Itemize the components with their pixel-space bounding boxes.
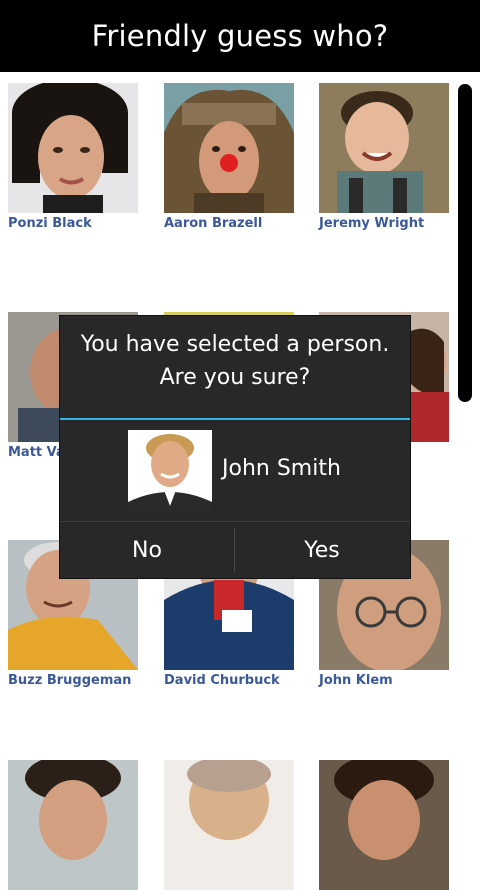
person-photo[interactable]: [8, 760, 138, 890]
person-photo[interactable]: [164, 83, 294, 213]
person-card[interactable]: Jeremy Wright: [319, 83, 449, 231]
person-card[interactable]: [319, 760, 449, 890]
dialog-message-line1: You have selected a person.: [80, 332, 390, 357]
selected-person-name: John Smith: [222, 456, 341, 481]
confirm-dialog: You have selected a person. Are you sure…: [60, 316, 410, 578]
dialog-message-line2: Are you sure?: [159, 365, 311, 390]
title-bar: Friendly guess who?: [0, 0, 480, 72]
scrollbar[interactable]: [458, 84, 472, 402]
person-name: David Churbuck: [164, 673, 280, 688]
no-button[interactable]: No: [60, 524, 234, 576]
person-photo[interactable]: [319, 760, 449, 890]
dialog-divider: [60, 418, 410, 420]
person-photo[interactable]: [164, 760, 294, 890]
selected-person-photo: [128, 430, 212, 514]
person-card[interactable]: [8, 760, 138, 890]
dialog-message: You have selected a person. Are you sure…: [60, 328, 410, 394]
person-name: Buzz Bruggeman: [8, 673, 132, 688]
person-name: John Klem: [319, 673, 393, 688]
person-card[interactable]: Aaron Brazell: [164, 83, 294, 231]
person-name: Aaron Brazell: [164, 216, 263, 231]
person-card[interactable]: Ponzi Black: [8, 83, 138, 231]
person-photo[interactable]: [8, 83, 138, 213]
person-name: Jeremy Wright: [319, 216, 425, 231]
yes-button[interactable]: Yes: [235, 524, 409, 576]
dialog-button-separator: [60, 521, 410, 522]
person-card[interactable]: [164, 760, 294, 890]
person-name: Ponzi Black: [8, 216, 92, 231]
person-photo[interactable]: [319, 83, 449, 213]
app-title: Friendly guess who?: [91, 19, 389, 53]
